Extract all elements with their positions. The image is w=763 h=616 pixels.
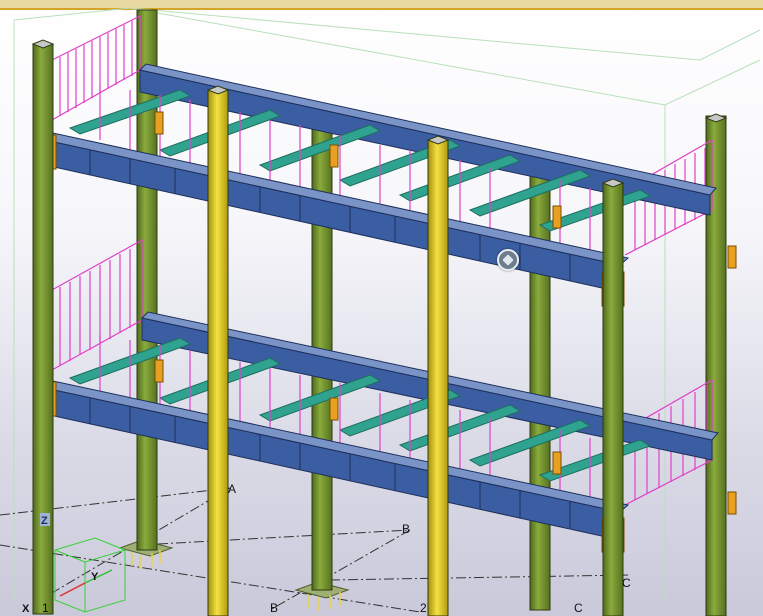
grid-label-c-lower: C (574, 601, 583, 615)
axis-label-z: Z (41, 515, 48, 527)
grid-label-c-right: C (622, 576, 631, 590)
grid-label-a: A (228, 482, 236, 496)
grid-label-b-lower: B (270, 601, 278, 615)
axis-label-x: X (22, 603, 30, 615)
grid-label-b-upper: B (402, 522, 410, 536)
grid-label-2: 2 (420, 601, 427, 615)
model-view-canvas[interactable]: A B B 2 C C 1 Z Y X (0, 0, 763, 616)
view-cube-icon[interactable] (497, 249, 519, 271)
grid-label-1: 1 (42, 601, 49, 615)
axis-label-y: Y (91, 571, 99, 583)
3d-model-viewport[interactable]: A B B 2 C C 1 Z Y X (0, 0, 763, 616)
work-area-box (13, 7, 761, 600)
